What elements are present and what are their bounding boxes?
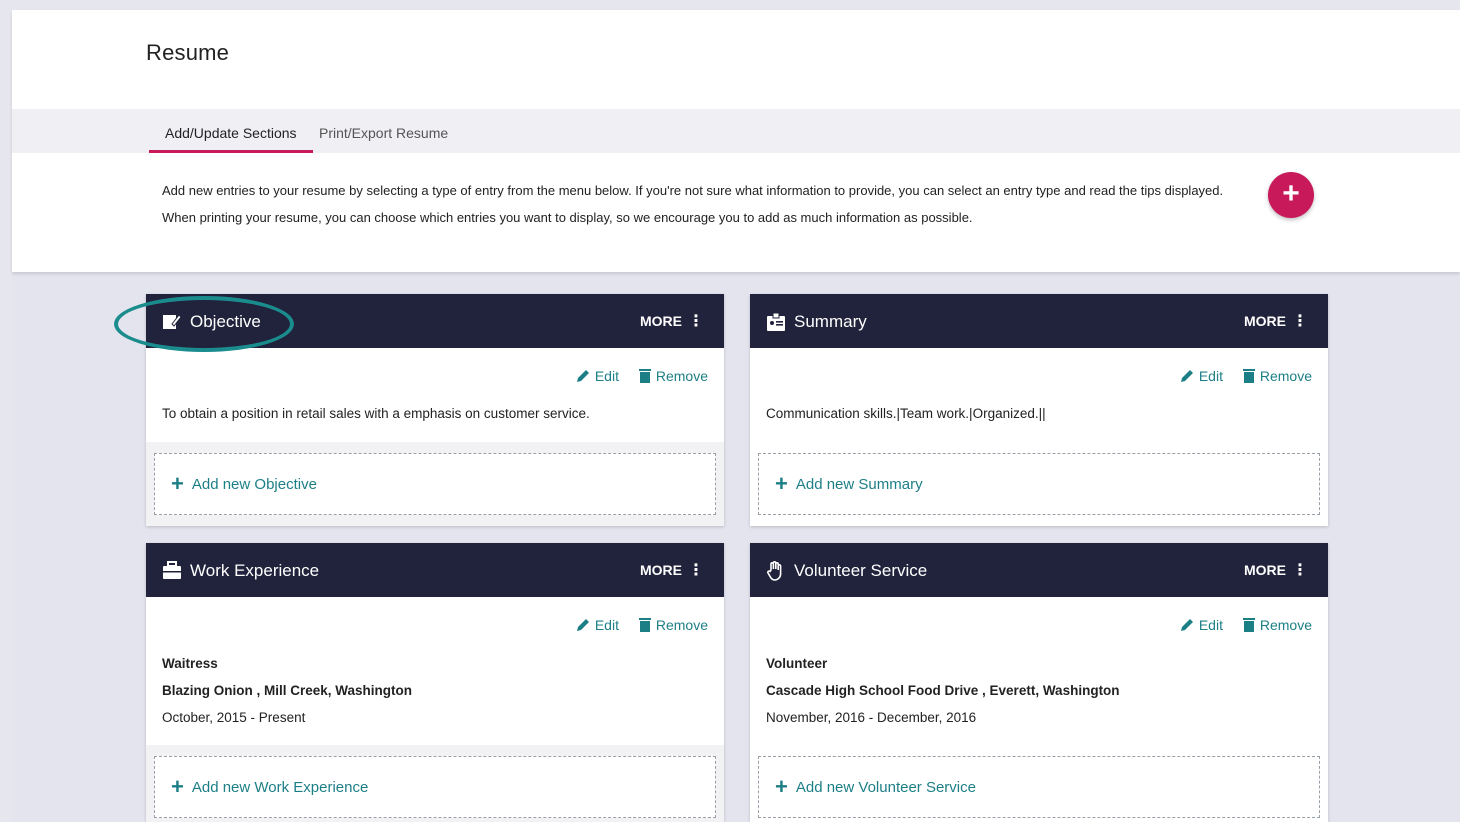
add-summary-button[interactable]: + Add new Summary bbox=[758, 453, 1320, 515]
more-label: MORE bbox=[1244, 562, 1286, 578]
card-actions: Edit Remove bbox=[560, 617, 708, 633]
card-header: Work Experience MORE ⋮ bbox=[146, 543, 724, 597]
intro-line-2: When printing your resume, you can choos… bbox=[162, 210, 973, 225]
page-title: Resume bbox=[146, 40, 230, 65]
card-body: Edit Remove Communication skills.|Team w… bbox=[750, 348, 1328, 526]
remove-button[interactable]: Remove bbox=[1242, 617, 1312, 633]
pencil-icon bbox=[1180, 619, 1193, 631]
more-label: MORE bbox=[640, 313, 682, 329]
date-range: November, 2016 - December, 2016 bbox=[766, 710, 977, 725]
card-title: Summary bbox=[794, 312, 867, 331]
edit-label: Edit bbox=[594, 368, 619, 384]
remove-button[interactable]: Remove bbox=[1242, 368, 1312, 384]
tab-add-update-sections[interactable]: Add/Update Sections bbox=[149, 109, 313, 153]
card-header: Objective MORE ⋮ bbox=[146, 294, 724, 348]
more-button[interactable]: MORE ⋮ bbox=[1244, 543, 1308, 598]
plus-icon: + bbox=[171, 774, 184, 799]
trash-icon bbox=[1242, 369, 1255, 383]
remove-button[interactable]: Remove bbox=[638, 617, 708, 633]
objective-text: To obtain a position in retail sales wit… bbox=[162, 406, 590, 421]
card-title: Work Experience bbox=[190, 561, 320, 580]
employer: Blazing Onion , Mill Creek, Washington bbox=[162, 683, 413, 698]
kebab-icon: ⋮ bbox=[688, 313, 704, 330]
plus-icon: + bbox=[775, 774, 788, 799]
add-section-button[interactable]: + bbox=[1268, 172, 1314, 218]
card-header: Summary MORE ⋮ bbox=[750, 294, 1328, 348]
more-button[interactable]: MORE ⋮ bbox=[640, 294, 704, 349]
trash-icon bbox=[638, 369, 651, 383]
more-label: MORE bbox=[640, 562, 682, 578]
add-volunteer-service-button[interactable]: + Add new Volunteer Service bbox=[758, 756, 1320, 818]
card-body: Edit Remove To obtain a position in reta… bbox=[146, 348, 724, 526]
trash-icon bbox=[1242, 618, 1255, 632]
card-actions: Edit Remove bbox=[560, 368, 708, 384]
hand-icon bbox=[767, 561, 782, 581]
card-actions: Edit Remove bbox=[1164, 368, 1312, 384]
trash-icon bbox=[638, 618, 651, 632]
page: Resume Add/Update Sections Print/Export … bbox=[12, 10, 1460, 822]
more-label: MORE bbox=[1244, 313, 1286, 329]
briefcase-icon bbox=[163, 561, 181, 579]
pencil-icon bbox=[576, 370, 589, 382]
remove-label: Remove bbox=[1259, 617, 1312, 633]
kebab-icon: ⋮ bbox=[1292, 313, 1308, 330]
volunteer-role: Volunteer bbox=[766, 656, 828, 671]
job-title: Waitress bbox=[162, 656, 218, 671]
work-entry: Waitress Blazing Onion , Mill Creek, Was… bbox=[162, 650, 412, 731]
intro-text: Add new entries to your resume by select… bbox=[162, 177, 1262, 231]
edit-label: Edit bbox=[594, 617, 619, 633]
add-label: Add new Objective bbox=[191, 476, 317, 493]
tab-bar: Add/Update Sections Print/Export Resume bbox=[12, 109, 1460, 153]
more-button[interactable]: MORE ⋮ bbox=[1244, 294, 1308, 349]
remove-button[interactable]: Remove bbox=[638, 368, 708, 384]
edit-note-icon bbox=[163, 314, 182, 329]
more-button[interactable]: MORE ⋮ bbox=[640, 543, 704, 598]
card-actions: Edit Remove bbox=[1164, 617, 1312, 633]
edit-button[interactable]: Edit bbox=[1180, 617, 1227, 633]
volunteer-service-card: Volunteer Service MORE ⋮ Edit Remove Volu… bbox=[750, 543, 1328, 822]
add-label: Add new Summary bbox=[795, 476, 923, 493]
edit-label: Edit bbox=[1198, 617, 1223, 633]
add-work-experience-button[interactable]: + Add new Work Experience bbox=[154, 756, 716, 818]
edit-button[interactable]: Edit bbox=[1180, 368, 1227, 384]
pencil-icon bbox=[576, 619, 589, 631]
remove-label: Remove bbox=[655, 617, 708, 633]
remove-label: Remove bbox=[1259, 368, 1312, 384]
add-label: Add new Work Experience bbox=[191, 779, 369, 796]
remove-label: Remove bbox=[655, 368, 708, 384]
edit-button[interactable]: Edit bbox=[576, 368, 623, 384]
edit-button[interactable]: Edit bbox=[576, 617, 623, 633]
card-header: Volunteer Service MORE ⋮ bbox=[750, 543, 1328, 597]
card-body: Edit Remove Waitress Blazing Onion , Mil… bbox=[146, 597, 724, 822]
plus-icon: + bbox=[171, 471, 184, 496]
plus-icon: + bbox=[775, 471, 788, 496]
kebab-icon: ⋮ bbox=[1292, 562, 1308, 579]
summary-card: Summary MORE ⋮ Edit Remove Communication … bbox=[750, 294, 1328, 526]
add-objective-button[interactable]: + Add new Objective bbox=[154, 453, 716, 515]
card-title: Objective bbox=[190, 312, 261, 331]
summary-text: Communication skills.|Team work.|Organiz… bbox=[766, 406, 1046, 421]
id-badge-icon bbox=[767, 312, 785, 331]
kebab-icon: ⋮ bbox=[688, 562, 704, 579]
tab-print-export-resume[interactable]: Print/Export Resume bbox=[303, 109, 464, 153]
card-body: Edit Remove Volunteer Cascade High Schoo… bbox=[750, 597, 1328, 822]
volunteer-entry: Volunteer Cascade High School Food Drive… bbox=[766, 650, 1120, 731]
work-experience-card: Work Experience MORE ⋮ Edit Remove Waitre… bbox=[146, 543, 724, 822]
card-title: Volunteer Service bbox=[794, 561, 928, 580]
objective-card: Objective MORE ⋮ Edit Remove To obtain a … bbox=[146, 294, 724, 526]
add-label: Add new Volunteer Service bbox=[795, 779, 976, 796]
pencil-icon bbox=[1180, 370, 1193, 382]
volunteer-organization: Cascade High School Food Drive , Everett… bbox=[766, 683, 1120, 698]
date-range: October, 2015 - Present bbox=[162, 710, 306, 725]
header-panel: Resume Add/Update Sections Print/Export … bbox=[12, 10, 1460, 272]
intro-line-1: Add new entries to your resume by select… bbox=[162, 183, 1224, 198]
edit-label: Edit bbox=[1198, 368, 1223, 384]
